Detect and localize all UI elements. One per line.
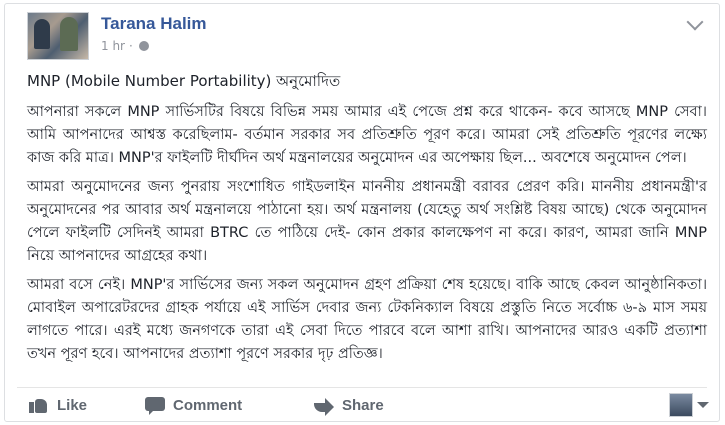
share-arrow-icon <box>314 396 334 416</box>
post-paragraph-3: আমরা বসে নেই। MNP'র সার্ভিসের জন্য সকল অ… <box>27 277 708 362</box>
action-bar: Like Comment Share <box>27 394 707 418</box>
comment-label: Comment <box>173 396 243 414</box>
post-paragraph-2: আমরা অনুমোদনের জন্য পুনরায় সংশোধিত গাইড… <box>27 179 707 264</box>
share-button[interactable]: Share <box>314 394 384 416</box>
post-title: MNP (Mobile Number Portability) অনুমোদিত <box>27 72 341 90</box>
like-label: Like <box>57 396 88 414</box>
viewer-avatar-icon[interactable] <box>669 393 693 417</box>
share-label: Share <box>342 396 384 414</box>
comment-button[interactable]: Comment <box>145 394 242 416</box>
post-time[interactable]: 1 hr <box>101 39 125 53</box>
author-name[interactable]: Tarana Halim <box>101 14 207 34</box>
facebook-post: Tarana Halim 1 hr · MNP (Mobile Number P… <box>4 3 720 422</box>
post-paragraph-1: আপনারা সকলে MNP সার্ভিসটির বিষয়ে বিভিন্… <box>27 104 707 166</box>
like-button[interactable]: Like <box>29 394 87 416</box>
post-meta: 1 hr · <box>101 39 149 53</box>
post-body: MNP (Mobile Number Portability) অনুমোদিত… <box>27 70 707 372</box>
caret-down-icon[interactable] <box>697 402 709 408</box>
thumbs-up-icon <box>29 396 49 414</box>
meta-separator: · <box>129 39 133 53</box>
chevron-down-icon[interactable] <box>686 13 704 31</box>
author-avatar[interactable] <box>27 12 89 60</box>
globe-icon[interactable] <box>138 41 149 51</box>
action-divider <box>17 387 707 388</box>
speech-bubble-icon <box>145 396 165 415</box>
